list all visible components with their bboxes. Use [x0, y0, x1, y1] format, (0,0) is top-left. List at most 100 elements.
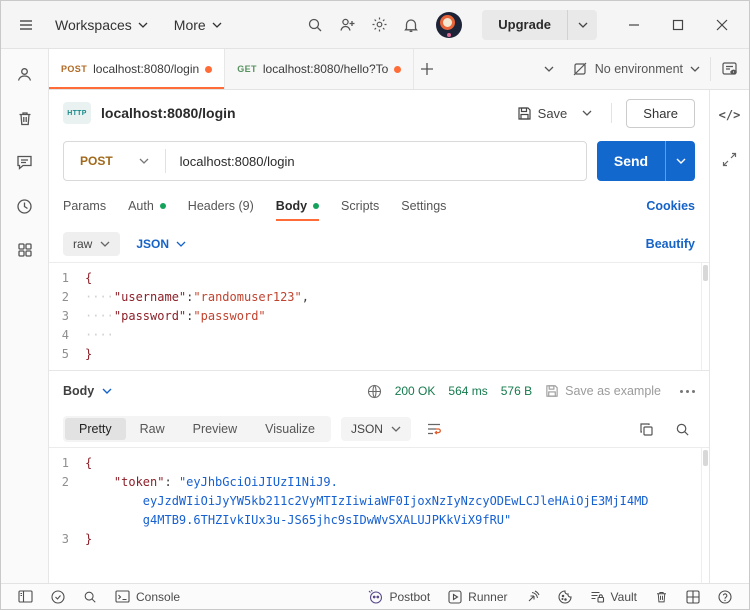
request-tab-1[interactable]: POST localhost:8080/login [49, 49, 225, 89]
console-button[interactable]: Console [108, 584, 187, 609]
view-preview[interactable]: Preview [179, 418, 251, 440]
tab-body[interactable]: Body [276, 195, 319, 217]
send-dropdown-icon[interactable] [665, 141, 695, 181]
view-visualize[interactable]: Visualize [251, 418, 329, 440]
response-time[interactable]: 564 ms [448, 384, 487, 398]
response-size[interactable]: 576 B [501, 384, 532, 398]
avatar[interactable] [436, 12, 462, 38]
trash-icon[interactable] [648, 584, 675, 609]
runner-button[interactable]: Runner [441, 584, 514, 609]
response-body-viewer[interactable]: 1{ 2 "token": "eyJhbGciOiJIUzI1NiJ9. eyJ… [49, 447, 709, 583]
view-raw[interactable]: Raw [126, 418, 179, 440]
sidebar-toggle-icon[interactable] [11, 584, 40, 609]
grid-icon[interactable] [12, 237, 38, 263]
postbot-button[interactable]: Postbot [361, 584, 437, 609]
line-number: 5 [49, 345, 85, 364]
send-button[interactable]: Send [597, 141, 665, 181]
invite-user-icon[interactable] [334, 12, 360, 38]
url-input[interactable] [166, 154, 586, 169]
user-icon[interactable] [12, 61, 38, 87]
status-bar: Console Postbot Runner Vault [1, 583, 749, 609]
save-dropdown-icon[interactable] [577, 100, 597, 126]
app-topbar: Workspaces More Upgrade [1, 1, 749, 49]
bell-icon[interactable] [398, 12, 424, 38]
comment-icon[interactable] [12, 149, 38, 175]
menu-icon[interactable] [13, 12, 39, 38]
save-button[interactable]: Save [517, 106, 568, 121]
response-pane-selector[interactable]: Body [63, 384, 112, 398]
gear-icon[interactable] [366, 12, 392, 38]
line-number: 4 [49, 326, 85, 345]
line-number: 3 [49, 307, 85, 326]
workspaces-menu[interactable]: Workspaces [45, 11, 158, 39]
resize-icon[interactable] [717, 146, 743, 172]
minimize-icon[interactable] [619, 10, 649, 40]
scrollbar-track[interactable] [701, 448, 709, 583]
right-rail: </> [709, 90, 749, 583]
find-icon[interactable] [76, 584, 104, 609]
chevron-down-icon [690, 66, 700, 72]
body-mode-selector[interactable]: raw [63, 232, 120, 256]
tab-method-label: POST [61, 64, 87, 74]
body-format-label: JSON [136, 237, 169, 251]
line-number: 1 [49, 454, 85, 473]
body-format-selector[interactable]: JSON [136, 237, 186, 251]
tab-scripts[interactable]: Scripts [341, 195, 379, 217]
share-button[interactable]: Share [626, 99, 695, 128]
response-options-icon[interactable] [680, 390, 695, 393]
cookies-link[interactable]: Cookies [646, 199, 695, 213]
scrollbar-thumb[interactable] [703, 450, 708, 466]
search-response-icon[interactable] [669, 416, 695, 442]
wrap-text-icon[interactable] [421, 416, 447, 442]
scrollbar-track[interactable] [701, 263, 709, 370]
tab-label: Params [63, 199, 106, 213]
upgrade-button[interactable]: Upgrade [482, 10, 567, 40]
response-format-selector[interactable]: JSON [341, 417, 411, 441]
maximize-icon[interactable] [663, 10, 693, 40]
cookie-icon[interactable] [551, 584, 579, 609]
capture-icon[interactable] [519, 584, 547, 609]
divider [611, 103, 612, 123]
line-number [49, 492, 85, 511]
new-tab-icon[interactable] [414, 56, 440, 82]
vault-button[interactable]: Vault [583, 584, 644, 609]
environment-quicklook-icon[interactable] [711, 56, 749, 82]
code-line: 1{ [49, 454, 709, 473]
chevron-down-icon [578, 22, 588, 28]
split-pane-icon[interactable] [679, 584, 707, 609]
workspaces-label: Workspaces [55, 17, 132, 33]
close-icon[interactable] [707, 10, 737, 40]
copy-icon[interactable] [633, 416, 659, 442]
tab-auth[interactable]: Auth [128, 195, 166, 217]
url-box: POST [63, 141, 587, 181]
request-tab-2[interactable]: GET localhost:8080/hello?To [225, 49, 414, 89]
request-body-editor[interactable]: 1{ 2····"username":"randomuser123", 3···… [49, 262, 709, 371]
tab-strip: POST localhost:8080/login GET localhost:… [49, 49, 749, 90]
tab-options-icon[interactable] [536, 56, 562, 82]
tabstrip-spacer [440, 49, 535, 89]
view-pretty[interactable]: Pretty [65, 418, 126, 440]
method-selector[interactable]: POST [64, 154, 165, 168]
save-as-example[interactable]: Save as example [545, 384, 661, 398]
beautify-link[interactable]: Beautify [646, 237, 695, 251]
save-as-example-label: Save as example [565, 384, 661, 398]
search-icon[interactable] [302, 12, 328, 38]
history-icon[interactable] [12, 193, 38, 219]
checkmark-icon[interactable] [44, 584, 72, 609]
tab-settings[interactable]: Settings [401, 195, 446, 217]
tab-params[interactable]: Params [63, 195, 106, 217]
help-icon[interactable] [711, 584, 739, 609]
code-icon[interactable]: </> [717, 102, 743, 128]
trash-icon[interactable] [12, 105, 38, 131]
line-number: 2 [49, 473, 85, 492]
scrollbar-thumb[interactable] [703, 265, 708, 281]
avatar-art [440, 15, 455, 30]
environment-selector[interactable]: No environment [562, 49, 710, 89]
response-stats: 200 OK 564 ms 576 B Save as example [367, 384, 695, 399]
status-badge[interactable]: 200 OK [395, 384, 436, 398]
tab-headers[interactable]: Headers (9) [188, 195, 254, 217]
upgrade-dropdown[interactable] [567, 10, 597, 40]
response-pane-label: Body [63, 384, 94, 398]
tab-title: localhost:8080/hello?To [263, 62, 388, 76]
more-menu[interactable]: More [164, 11, 232, 39]
